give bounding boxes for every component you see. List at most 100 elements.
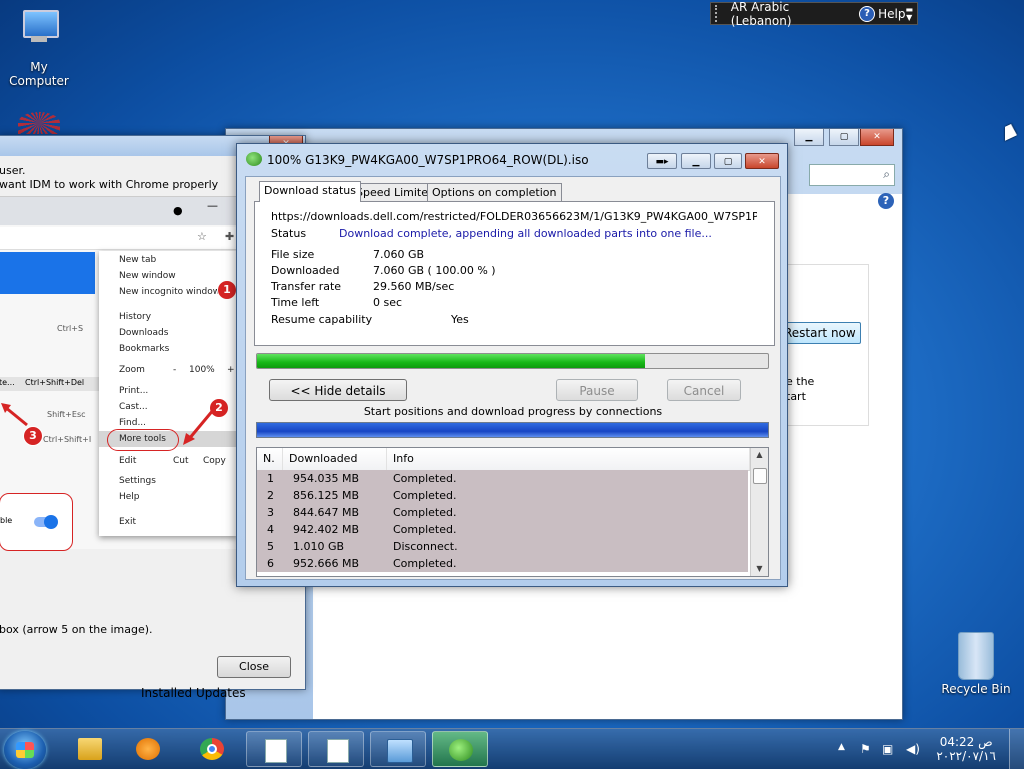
language-bar[interactable]: AR Arabic (Lebanon) ? Help ▬ ▼ [710,0,918,28]
minimize-button[interactable]: ▁ [681,153,711,169]
windows-logo-icon [16,742,34,758]
row-n: 1 [267,472,274,485]
menu-item: Edit [119,456,137,466]
tab-speed-limiter[interactable]: Speed Limiter [351,183,438,201]
action-center-icon[interactable]: ⚑ [860,742,871,756]
minimize-button[interactable]: ▁ [794,129,824,146]
connections-table: N. Downloaded Info 1 954.035 MB Completed.… [256,447,769,577]
column-header-info[interactable]: Info [387,448,750,470]
zoom-plus: + [227,365,235,375]
row-info: Completed. [393,523,457,536]
taskbar-control-panel[interactable] [370,731,426,767]
computer-icon [19,10,59,44]
zoom-value: 100% [189,365,215,375]
row-downloaded: 1.010 GB [293,540,345,553]
taskbar-explorer[interactable] [62,731,118,767]
file-size-label: File size [271,248,315,261]
maximize-button[interactable]: ▢ [714,153,742,169]
idm-icon [449,739,473,761]
row-downloaded: 942.402 MB [293,523,360,536]
language-label[interactable]: AR Arabic (Lebanon) [731,0,849,28]
network-icon[interactable]: ▣ [882,742,893,756]
menu-item: History [119,312,152,322]
zoom-minus: - [173,365,177,375]
menu-item: te... [0,378,15,387]
table-row[interactable]: 3 844.647 MB Completed. [257,504,748,521]
table-row[interactable]: 4 942.402 MB Completed. [257,521,748,538]
idm-download-dialog: 100% G13K9_PW4KGA00_W7SP1PRO64_ROW(DL).i… [236,143,788,587]
clock[interactable]: 04:22 ص ٢٠٢٢/٠٧/١٦ [936,735,996,763]
download-url: https://downloads.dell.com/restricted/FO… [271,210,757,223]
downloaded-value: 7.060 GB ( 100.00 % ) [373,264,496,277]
explorer-icon [78,738,102,760]
help-label: Help [878,6,906,21]
close-button[interactable]: ✕ [860,129,894,146]
download-progress-bar [256,353,769,369]
recycle-bin-icon [958,632,994,680]
menu-item: Cut [173,456,189,466]
dialog-client: Download status Speed Limiter Options on… [245,176,781,580]
cancel-button[interactable]: Cancel [667,379,741,401]
panel-text: tart [786,390,806,403]
help-button[interactable]: ? Help [859,5,906,22]
volume-icon[interactable]: ◀) [906,742,920,756]
search-box[interactable]: ⌕ [809,164,895,186]
maximize-button[interactable]: ▢ [829,129,859,146]
menu-item: Exit [119,517,137,527]
tab-download-status[interactable]: Download status [259,181,361,202]
table-row[interactable]: 5 1.010 GB Disconnect. [257,538,748,555]
row-n: 2 [267,489,274,502]
hide-details-button[interactable]: << Hide details [269,379,407,401]
close-button[interactable]: Close [217,656,291,678]
resume-value: Yes [451,313,469,326]
clock-time: 04:22 ص [939,735,993,749]
start-button[interactable] [4,731,46,769]
installed-updates-link[interactable]: Installed Updates [141,686,246,700]
account-icon: ● [173,204,183,217]
panel-text: e the [786,375,815,388]
row-downloaded: 952.666 MB [293,557,360,570]
table-row[interactable]: 1 954.035 MB Completed. [257,470,748,487]
taskbar-document-2[interactable] [308,731,364,767]
table-scrollbar[interactable]: ▲ ▼ [750,448,768,576]
my-computer-label: My Computer [9,60,69,88]
enable-toggle-box: ble [0,493,73,551]
row-downloaded: 844.647 MB [293,506,360,519]
column-header-downloaded[interactable]: Downloaded [283,448,387,470]
chrome-address-bar: ☆ ✚ [0,227,237,250]
document-icon [327,739,349,763]
toggle-label: ble [0,516,13,525]
taskbar-idm[interactable] [432,731,488,767]
scroll-up-icon[interactable]: ▲ [751,448,768,462]
row-downloaded: 954.035 MB [293,472,360,485]
column-header-n[interactable]: N. [257,448,283,470]
scroll-down-icon[interactable]: ▼ [751,562,768,576]
document-icon [265,739,287,763]
taskbar-chrome[interactable] [184,731,240,767]
menu-item: Bookmarks [119,344,170,354]
row-info: Disconnect. [393,540,458,553]
row-n: 6 [267,557,274,570]
taskbar-document-1[interactable] [246,731,302,767]
show-hidden-icons-icon[interactable]: ▲ [838,742,845,752]
show-desktop-button[interactable] [1009,729,1024,769]
tab-options-on-completion[interactable]: Options on completion [427,183,562,201]
help-icon[interactable]: ? [878,193,894,209]
options-arrow-icon[interactable]: ▬ ▼ [905,5,913,22]
table-row[interactable]: 6 952.666 MB Completed. [257,555,748,572]
pause-button[interactable]: Pause [556,379,638,401]
marker-1: 1 [217,280,237,300]
time-left-value: 0 sec [373,296,403,309]
help-icon: ? [859,5,876,22]
taskbar-media-player[interactable] [120,731,176,767]
table-row[interactable]: 2 856.125 MB Completed. [257,487,748,504]
instruction-text: box (arrow 5 on the image). [0,623,153,636]
my-computer-shortcut[interactable]: My Computer [0,10,78,88]
scroll-thumb[interactable] [753,468,767,484]
grip-handle[interactable] [715,5,723,22]
mouse-cursor-icon [1005,121,1017,141]
row-info: Completed. [393,506,457,519]
close-button[interactable]: ✕ [745,153,779,169]
recycle-bin-shortcut[interactable]: Recycle Bin [940,632,1012,696]
send-to-tray-button[interactable]: ▬▸ [647,153,677,169]
